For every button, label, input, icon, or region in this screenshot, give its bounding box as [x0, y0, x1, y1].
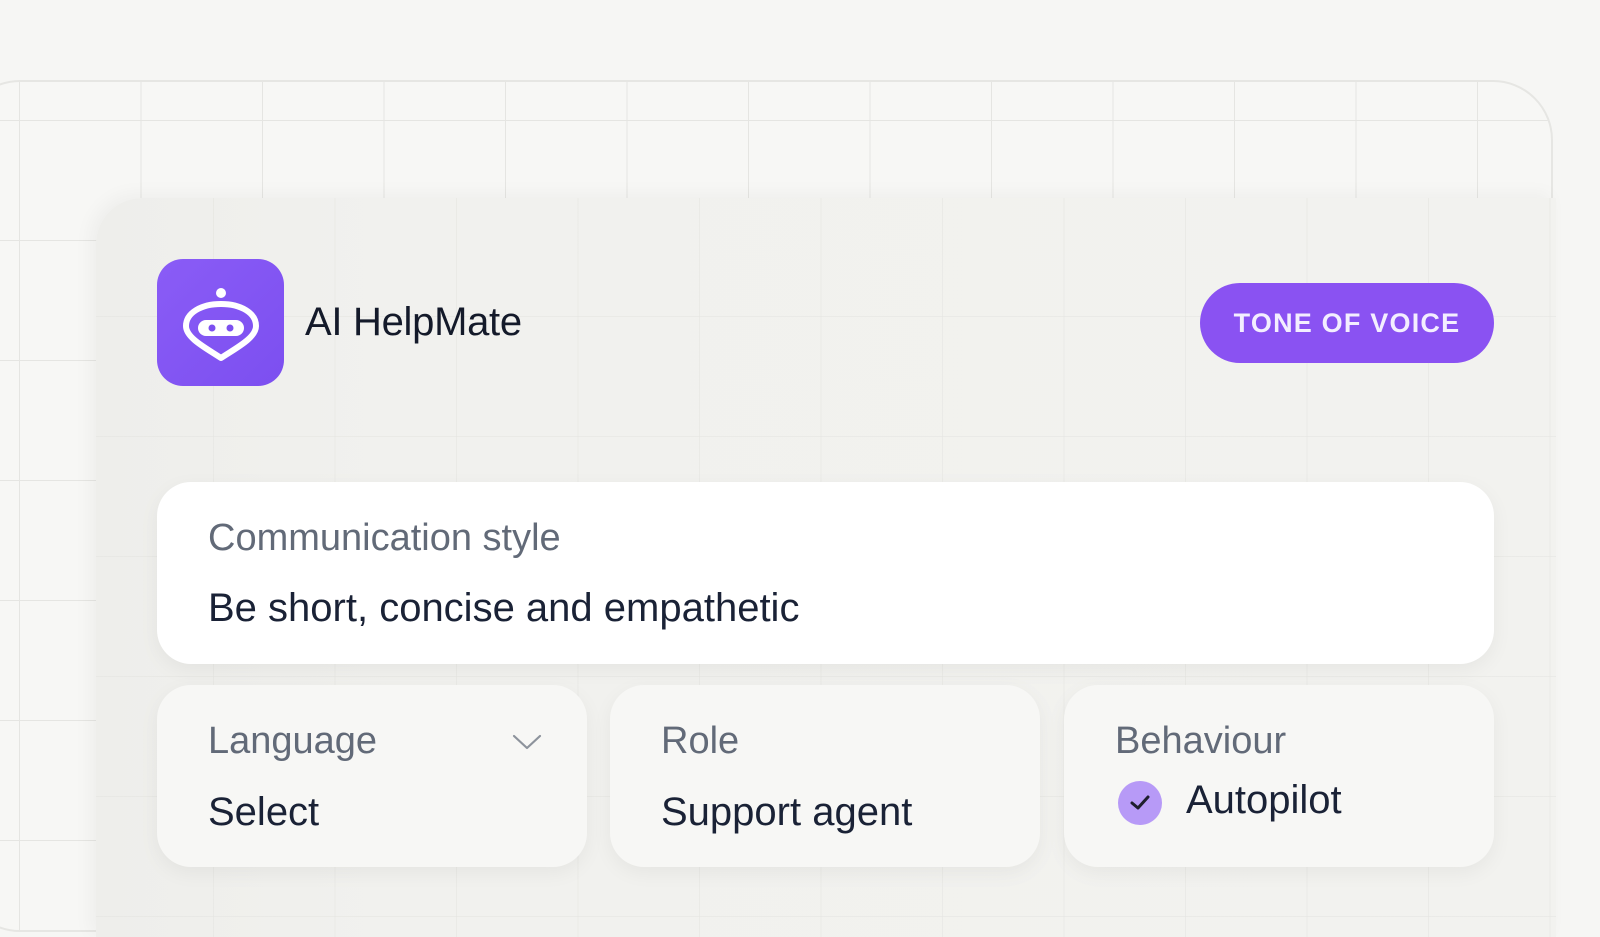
- communication-style-value[interactable]: Be short, concise and empathetic: [208, 586, 799, 631]
- language-label: Language: [208, 720, 378, 762]
- check-icon-svg: [1130, 795, 1150, 810]
- robot-icon-svg: [182, 287, 259, 361]
- language-value[interactable]: Select: [208, 790, 319, 835]
- chevron-down-icon[interactable]: [512, 733, 542, 751]
- role-label: Role: [661, 720, 740, 762]
- communication-style-label: Communication style: [208, 517, 561, 559]
- behaviour-value: Autopilot: [1186, 778, 1342, 822]
- behaviour-field[interactable]: Behaviour Autopilot: [1064, 685, 1494, 867]
- behaviour-label: Behaviour: [1115, 720, 1287, 762]
- role-field[interactable]: Role Support agent: [610, 685, 1040, 867]
- check-icon[interactable]: [1118, 781, 1162, 825]
- app-title: AI HelpMate: [305, 300, 522, 344]
- robot-icon: [157, 259, 284, 386]
- tone-of-voice-button[interactable]: TONE OF VOICE: [1200, 283, 1494, 363]
- language-select[interactable]: Language Select: [157, 685, 587, 867]
- role-value[interactable]: Support agent: [661, 790, 912, 835]
- communication-style-field[interactable]: Communication style Be short, concise an…: [157, 482, 1494, 664]
